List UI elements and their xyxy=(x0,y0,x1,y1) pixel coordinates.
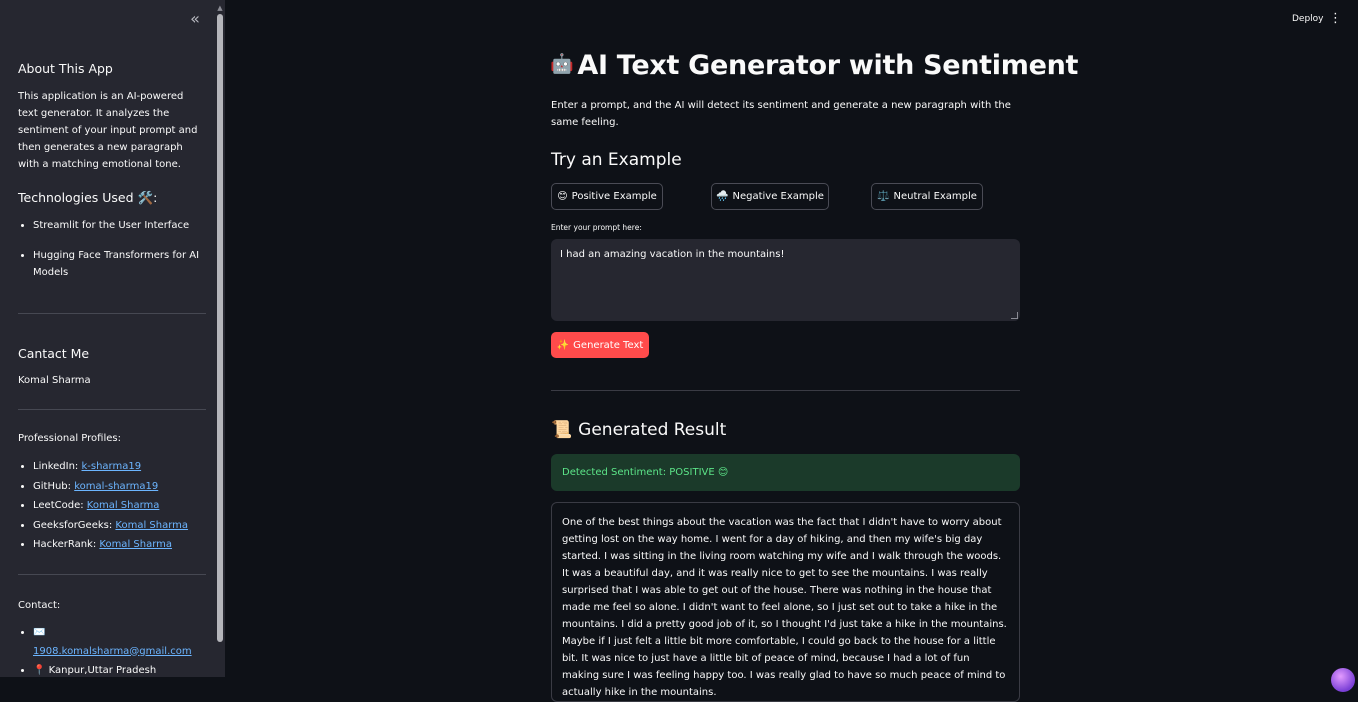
linkedin-link[interactable]: k-sharma19 xyxy=(81,461,141,472)
sentiment-alert: Detected Sentiment: POSITIVE 😊 xyxy=(551,454,1020,491)
about-heading: About This App xyxy=(18,61,113,76)
email-link[interactable]: 1908.komalsharma@gmail.com xyxy=(33,646,192,657)
technologies-heading: Technologies Used 🛠️: xyxy=(18,190,158,205)
profiles-list: LinkedIn: k-sharma19 GitHub: komal-sharm… xyxy=(18,457,206,555)
about-text: This application is an AI-powered text g… xyxy=(18,91,198,170)
github-link[interactable]: komal-sharma19 xyxy=(74,481,158,492)
scales-icon: ⚖️ xyxy=(877,191,890,202)
profile-item-geeksforgeeks: GeeksforGeeks: Komal Sharma xyxy=(33,516,206,536)
negative-example-button[interactable]: 🌧️ Negative Example xyxy=(711,183,829,210)
divider xyxy=(551,390,1020,391)
robot-icon: 🤖 xyxy=(550,53,574,75)
divider xyxy=(18,409,206,410)
list-item: Streamlit for the User Interface xyxy=(33,217,206,234)
profile-item-github: GitHub: komal-sharma19 xyxy=(33,477,206,497)
streamlit-status-icon[interactable] xyxy=(1331,668,1355,692)
profile-item-hackerrank: HackerRank: Komal Sharma xyxy=(33,535,206,555)
positive-example-button[interactable]: 😊 Positive Example xyxy=(551,183,663,210)
list-item: Hugging Face Transformers for AI Models xyxy=(33,247,206,281)
profile-item-linkedin: LinkedIn: k-sharma19 xyxy=(33,457,206,477)
result-heading: 📜 Generated Result xyxy=(551,420,727,440)
divider xyxy=(18,573,206,575)
neutral-example-button[interactable]: ⚖️ Neutral Example xyxy=(871,183,983,210)
intro-text: Enter a prompt, and the AI will detect i… xyxy=(551,100,1011,128)
email-icon: ✉️ xyxy=(33,626,46,638)
generated-result-box: One of the best things about the vacatio… xyxy=(551,502,1020,702)
rain-cloud-icon: 🌧️ xyxy=(716,191,729,202)
resize-handle-icon[interactable] xyxy=(1011,312,1018,319)
contact-location-item: 📍 Kanpur,Uttar Pradesh xyxy=(33,661,206,678)
contact-me-heading: Cantact Me xyxy=(18,346,90,361)
scroll-icon: 📜 xyxy=(551,420,573,440)
sidebar: « About This App This application is an … xyxy=(0,0,225,677)
sparkles-icon: ✨ xyxy=(556,339,570,351)
sidebar-content: About This App This application is an AI… xyxy=(18,60,206,677)
hackerrank-link[interactable]: Komal Sharma xyxy=(99,539,172,550)
examples-heading: Try an Example xyxy=(551,150,682,170)
chevrons-left-icon[interactable]: « xyxy=(186,11,204,28)
technologies-list: Streamlit for the User Interface Hugging… xyxy=(18,217,206,281)
prompt-value: I had an amazing vacation in the mountai… xyxy=(560,249,785,260)
scrollbar-thumb[interactable] xyxy=(217,14,223,642)
location-text: Kanpur,Uttar Pradesh xyxy=(48,664,157,676)
generate-text-button[interactable]: ✨ Generate Text xyxy=(551,332,649,358)
profiles-heading: Professional Profiles: xyxy=(18,433,121,444)
deploy-button[interactable]: Deploy xyxy=(1288,12,1328,26)
profile-item-leetcode: LeetCode: Komal Sharma xyxy=(33,496,206,516)
contact-heading: Contact: xyxy=(18,599,61,611)
geeksforgeeks-link[interactable]: Komal Sharma xyxy=(115,520,188,531)
vertical-dots-icon[interactable]: ⋮ xyxy=(1329,12,1342,26)
location-pin-icon: 📍 xyxy=(33,664,46,676)
leetcode-link[interactable]: Komal Sharma xyxy=(87,500,160,511)
contact-name: Komal Sharma xyxy=(18,375,91,386)
contact-email-item: ✉️ 1908.komalsharma@gmail.com xyxy=(33,623,206,661)
divider xyxy=(18,313,206,314)
prompt-textarea[interactable]: I had an amazing vacation in the mountai… xyxy=(551,239,1020,321)
smile-icon: 😊 xyxy=(557,191,568,202)
sidebar-scrollbar[interactable]: ▲ xyxy=(217,4,223,673)
contact-list: ✉️ 1908.komalsharma@gmail.com 📍 Kanpur,U… xyxy=(18,623,206,678)
prompt-label: Enter your prompt here: xyxy=(551,223,642,232)
scroll-up-icon[interactable]: ▲ xyxy=(217,4,223,12)
page-title: 🤖 AI Text Generator with Sentiment xyxy=(550,50,1079,81)
